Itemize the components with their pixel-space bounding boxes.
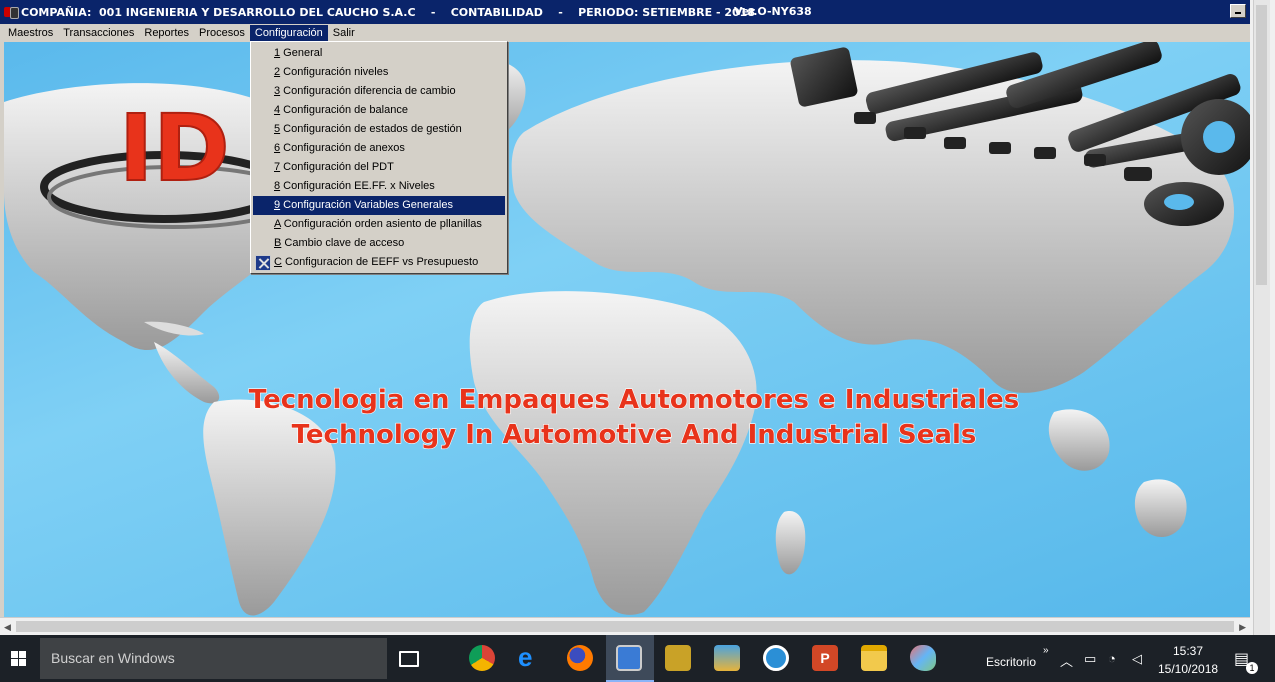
config-menu-item-8[interactable]: 8 Configuración EE.FF. x Niveles bbox=[251, 177, 507, 196]
menu-bar: Maestros Transacciones Reportes Procesos… bbox=[0, 24, 1250, 42]
config-menu-item-4[interactable]: 4 Configuración de balance bbox=[251, 101, 507, 120]
battery-icon[interactable]: ▭ bbox=[1084, 651, 1096, 667]
config-menu-item-2[interactable]: 2 Configuración niveles bbox=[251, 63, 507, 82]
config-menu-item-a[interactable]: A Configuración orden asiento de pllanil… bbox=[251, 215, 507, 234]
scrollbar-thumb[interactable] bbox=[1256, 5, 1267, 285]
menu-item-label: Configuración del PDT bbox=[280, 161, 394, 173]
menu-configuracion[interactable]: Configuración bbox=[249, 24, 328, 42]
config-menu-item-6[interactable]: 6 Configuración de anexos bbox=[251, 139, 507, 158]
menu-item-label: Configuración niveles bbox=[280, 66, 389, 78]
version-label: Ver.O-NY638 bbox=[734, 5, 812, 18]
menu-item-label: Configuracion de EEFF vs Presupuesto bbox=[281, 256, 479, 268]
config-menu-item-3[interactable]: 3 Configuración diferencia de cambio bbox=[251, 82, 507, 101]
window-title: COMPAÑIA: 001 INGENIERIA Y DESARROLLO DE… bbox=[21, 5, 755, 19]
background-banner: ID Tecnologia en Empaques Automotores e … bbox=[0, 42, 1250, 620]
remote-desktop-icon[interactable] bbox=[616, 645, 642, 671]
menu-item-label: Configuración orden asiento de pllanilla… bbox=[280, 218, 482, 230]
menu-reportes[interactable]: Reportes bbox=[139, 25, 194, 42]
app-icon[interactable] bbox=[4, 5, 19, 19]
minimize-button[interactable] bbox=[1230, 4, 1246, 18]
banner-text-en: Technology In Automotive And Industrial … bbox=[292, 420, 977, 450]
menu-salir[interactable]: Salir bbox=[328, 25, 360, 42]
scroll-left-icon[interactable]: ◀ bbox=[4, 622, 11, 633]
wifi-icon[interactable]: ◔ bbox=[1108, 651, 1116, 666]
file-explorer-icon[interactable] bbox=[861, 645, 887, 671]
menu-item-label: General bbox=[280, 47, 323, 59]
scroll-right-icon[interactable]: ▶ bbox=[1239, 622, 1246, 633]
config-menu-item-c[interactable]: C Configuracion de EEFF vs Presupuesto bbox=[251, 253, 507, 272]
database-tool-icon[interactable] bbox=[665, 645, 691, 671]
windows-taskbar: Buscar en Windows e P Escritorio » ︿ ▭ ◔… bbox=[0, 635, 1275, 682]
config-menu-item-5[interactable]: 5 Configuración de estados de gestión bbox=[251, 120, 507, 139]
world-map-illustration: ID Tecnologia en Empaques Automotores e … bbox=[4, 42, 1250, 616]
config-menu-item-9[interactable]: 9 Configuración Variables Generales bbox=[253, 196, 505, 215]
configuracion-dropdown: 1 General 2 Configuración niveles 3 Config… bbox=[250, 41, 508, 274]
menu-item-label: Configuración diferencia de cambio bbox=[280, 85, 456, 97]
firefox-icon[interactable] bbox=[567, 645, 593, 671]
desktop-toolbar-label[interactable]: Escritorio bbox=[986, 655, 1036, 669]
title-bar: COMPAÑIA: 001 INGENIERIA Y DESARROLLO DE… bbox=[0, 0, 1250, 24]
clock-date[interactable]: 15/10/2018 bbox=[1158, 662, 1218, 676]
start-button[interactable] bbox=[0, 635, 40, 682]
menu-transacciones[interactable]: Transacciones bbox=[58, 25, 139, 42]
volume-icon[interactable]: ◁ bbox=[1132, 651, 1142, 667]
hscroll-thumb[interactable] bbox=[16, 621, 1234, 632]
menu-item-label: Configuración de balance bbox=[280, 104, 408, 116]
paint-icon[interactable] bbox=[910, 645, 936, 671]
powerpoint-icon[interactable]: P bbox=[812, 645, 838, 671]
horizontal-scrollbar[interactable]: ◀ ▶ bbox=[0, 617, 1250, 635]
vertical-scrollbar[interactable] bbox=[1250, 0, 1275, 635]
config-menu-item-b[interactable]: B Cambio clave de acceso bbox=[251, 234, 507, 253]
menu-item-label: Configuración Variables Generales bbox=[280, 199, 453, 211]
notification-badge: 1 bbox=[1246, 662, 1258, 674]
menu-procesos[interactable]: Procesos bbox=[194, 25, 250, 42]
show-hidden-icons-icon[interactable]: ︿ bbox=[1060, 651, 1073, 670]
menu-item-accelerator: A bbox=[274, 218, 281, 230]
menu-item-label: Configuración de anexos bbox=[280, 142, 405, 154]
menu-item-accelerator: C bbox=[274, 256, 282, 268]
logo-text: ID bbox=[119, 95, 230, 202]
config-menu-item-7[interactable]: 7 Configuración del PDT bbox=[251, 158, 507, 177]
task-view-icon[interactable] bbox=[399, 651, 419, 667]
expand-toolbar-icon[interactable]: » bbox=[1043, 645, 1049, 656]
network-app-icon[interactable] bbox=[763, 645, 789, 671]
chrome-icon[interactable] bbox=[469, 645, 495, 671]
taskbar-search-input[interactable]: Buscar en Windows bbox=[40, 638, 387, 679]
menu-item-label: Cambio clave de acceso bbox=[281, 237, 405, 249]
menu-item-label: Configuración EE.FF. x Niveles bbox=[280, 180, 435, 192]
menu-item-label: Configuración de estados de gestión bbox=[280, 123, 462, 135]
edge-icon[interactable]: e bbox=[518, 644, 544, 671]
image-viewer-icon[interactable] bbox=[714, 645, 740, 671]
tools-icon bbox=[255, 255, 271, 271]
config-menu-item-1[interactable]: 1 General bbox=[251, 44, 507, 63]
menu-maestros[interactable]: Maestros bbox=[3, 25, 58, 42]
banner-text-es: Tecnologia en Empaques Automotores e Ind… bbox=[249, 385, 1019, 415]
clock-time[interactable]: 15:37 bbox=[1173, 644, 1203, 658]
